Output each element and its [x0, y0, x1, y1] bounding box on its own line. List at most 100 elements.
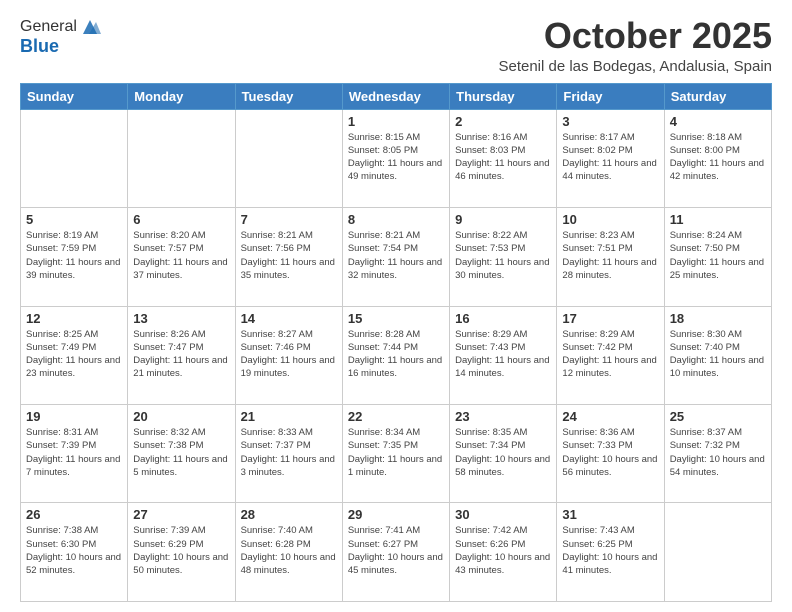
- day-info: Sunrise: 8:17 AM Sunset: 8:02 PM Dayligh…: [562, 131, 658, 184]
- calendar-cell: 15 Sunrise: 8:28 AM Sunset: 7:44 PM Dayli…: [342, 306, 449, 404]
- page: General Blue October 2025 Setenil de las…: [0, 0, 792, 612]
- calendar-cell: 20 Sunrise: 8:32 AM Sunset: 7:38 PM Dayli…: [128, 405, 235, 503]
- day-info: Sunrise: 8:28 AM Sunset: 7:44 PM Dayligh…: [348, 328, 444, 381]
- location: Setenil de las Bodegas, Andalusia, Spain: [498, 58, 772, 75]
- day-number: 30: [455, 507, 551, 522]
- calendar-cell: 26 Sunrise: 7:38 AM Sunset: 6:30 PM Dayli…: [21, 503, 128, 602]
- day-number: 2: [455, 114, 551, 129]
- calendar-week-3: 19 Sunrise: 8:31 AM Sunset: 7:39 PM Dayli…: [21, 405, 772, 503]
- calendar-week-0: 1Sunrise: 8:15 AM Sunset: 8:05 PM Daylig…: [21, 109, 772, 207]
- day-number: 7: [241, 212, 337, 227]
- day-info: Sunrise: 8:15 AM Sunset: 8:05 PM Dayligh…: [348, 131, 444, 184]
- day-number: 17: [562, 311, 658, 326]
- day-number: 16: [455, 311, 551, 326]
- calendar-cell: 9Sunrise: 8:22 AM Sunset: 7:53 PM Daylig…: [450, 208, 557, 306]
- calendar-cell: 17Sunrise: 8:29 AM Sunset: 7:42 PM Dayli…: [557, 306, 664, 404]
- calendar-cell: 2 Sunrise: 8:16 AM Sunset: 8:03 PM Daylig…: [450, 109, 557, 207]
- day-number: 23: [455, 409, 551, 424]
- day-number: 14: [241, 311, 337, 326]
- day-number: 20: [133, 409, 229, 424]
- calendar-week-4: 26 Sunrise: 7:38 AM Sunset: 6:30 PM Dayli…: [21, 503, 772, 602]
- day-info: Sunrise: 8:30 AM Sunset: 7:40 PM Dayligh…: [670, 328, 766, 381]
- day-number: 28: [241, 507, 337, 522]
- day-info: Sunrise: 8:18 AM Sunset: 8:00 PM Dayligh…: [670, 131, 766, 184]
- day-info: Sunrise: 8:24 AM Sunset: 7:50 PM Dayligh…: [670, 229, 766, 282]
- header-friday: Friday: [557, 83, 664, 109]
- calendar-cell: 13Sunrise: 8:26 AM Sunset: 7:47 PM Dayli…: [128, 306, 235, 404]
- header-thursday: Thursday: [450, 83, 557, 109]
- day-info: Sunrise: 8:21 AM Sunset: 7:54 PM Dayligh…: [348, 229, 444, 282]
- calendar: Sunday Monday Tuesday Wednesday Thursday…: [20, 83, 772, 602]
- calendar-cell: 14 Sunrise: 8:27 AM Sunset: 7:46 PM Dayli…: [235, 306, 342, 404]
- day-number: 15: [348, 311, 444, 326]
- logo-general-text: General: [20, 18, 77, 36]
- day-info: Sunrise: 8:20 AM Sunset: 7:57 PM Dayligh…: [133, 229, 229, 282]
- day-number: 21: [241, 409, 337, 424]
- calendar-cell: [128, 109, 235, 207]
- day-info: Sunrise: 8:34 AM Sunset: 7:35 PM Dayligh…: [348, 426, 444, 479]
- calendar-cell: 19 Sunrise: 8:31 AM Sunset: 7:39 PM Dayli…: [21, 405, 128, 503]
- calendar-cell: 25 Sunrise: 8:37 AM Sunset: 7:32 PM Dayli…: [664, 405, 771, 503]
- day-number: 18: [670, 311, 766, 326]
- day-info: Sunrise: 7:40 AM Sunset: 6:28 PM Dayligh…: [241, 524, 337, 577]
- day-info: Sunrise: 8:27 AM Sunset: 7:46 PM Dayligh…: [241, 328, 337, 381]
- day-number: 19: [26, 409, 122, 424]
- day-info: Sunrise: 8:33 AM Sunset: 7:37 PM Dayligh…: [241, 426, 337, 479]
- day-number: 25: [670, 409, 766, 424]
- header-monday: Monday: [128, 83, 235, 109]
- day-number: 13: [133, 311, 229, 326]
- day-number: 27: [133, 507, 229, 522]
- day-number: 12: [26, 311, 122, 326]
- day-info: Sunrise: 8:23 AM Sunset: 7:51 PM Dayligh…: [562, 229, 658, 282]
- calendar-cell: 24Sunrise: 8:36 AM Sunset: 7:33 PM Dayli…: [557, 405, 664, 503]
- calendar-cell: 7 Sunrise: 8:21 AM Sunset: 7:56 PM Daylig…: [235, 208, 342, 306]
- title-section: October 2025 Setenil de las Bodegas, And…: [498, 16, 772, 75]
- day-number: 22: [348, 409, 444, 424]
- day-info: Sunrise: 8:31 AM Sunset: 7:39 PM Dayligh…: [26, 426, 122, 479]
- calendar-cell: 6 Sunrise: 8:20 AM Sunset: 7:57 PM Daylig…: [128, 208, 235, 306]
- day-number: 10: [562, 212, 658, 227]
- calendar-cell: 11Sunrise: 8:24 AM Sunset: 7:50 PM Dayli…: [664, 208, 771, 306]
- day-info: Sunrise: 8:21 AM Sunset: 7:56 PM Dayligh…: [241, 229, 337, 282]
- logo-blue-text: Blue: [20, 36, 59, 56]
- day-number: 3: [562, 114, 658, 129]
- month-title: October 2025: [498, 16, 772, 56]
- calendar-cell: 10 Sunrise: 8:23 AM Sunset: 7:51 PM Dayli…: [557, 208, 664, 306]
- day-info: Sunrise: 8:25 AM Sunset: 7:49 PM Dayligh…: [26, 328, 122, 381]
- calendar-cell: 1Sunrise: 8:15 AM Sunset: 8:05 PM Daylig…: [342, 109, 449, 207]
- day-number: 26: [26, 507, 122, 522]
- day-info: Sunrise: 7:39 AM Sunset: 6:29 PM Dayligh…: [133, 524, 229, 577]
- calendar-cell: 4Sunrise: 8:18 AM Sunset: 8:00 PM Daylig…: [664, 109, 771, 207]
- day-info: Sunrise: 7:41 AM Sunset: 6:27 PM Dayligh…: [348, 524, 444, 577]
- day-info: Sunrise: 7:43 AM Sunset: 6:25 PM Dayligh…: [562, 524, 658, 577]
- day-info: Sunrise: 7:38 AM Sunset: 6:30 PM Dayligh…: [26, 524, 122, 577]
- weekday-header-row: Sunday Monday Tuesday Wednesday Thursday…: [21, 83, 772, 109]
- header-sunday: Sunday: [21, 83, 128, 109]
- calendar-week-2: 12 Sunrise: 8:25 AM Sunset: 7:49 PM Dayli…: [21, 306, 772, 404]
- day-info: Sunrise: 8:29 AM Sunset: 7:43 PM Dayligh…: [455, 328, 551, 381]
- calendar-cell: 12 Sunrise: 8:25 AM Sunset: 7:49 PM Dayli…: [21, 306, 128, 404]
- day-info: Sunrise: 8:19 AM Sunset: 7:59 PM Dayligh…: [26, 229, 122, 282]
- day-number: 8: [348, 212, 444, 227]
- calendar-cell: 28 Sunrise: 7:40 AM Sunset: 6:28 PM Dayli…: [235, 503, 342, 602]
- day-info: Sunrise: 8:32 AM Sunset: 7:38 PM Dayligh…: [133, 426, 229, 479]
- day-number: 9: [455, 212, 551, 227]
- calendar-cell: 27 Sunrise: 7:39 AM Sunset: 6:29 PM Dayli…: [128, 503, 235, 602]
- day-info: Sunrise: 7:42 AM Sunset: 6:26 PM Dayligh…: [455, 524, 551, 577]
- calendar-cell: [664, 503, 771, 602]
- day-number: 5: [26, 212, 122, 227]
- calendar-cell: [235, 109, 342, 207]
- day-info: Sunrise: 8:16 AM Sunset: 8:03 PM Dayligh…: [455, 131, 551, 184]
- header: General Blue October 2025 Setenil de las…: [20, 16, 772, 75]
- day-number: 6: [133, 212, 229, 227]
- calendar-cell: 21 Sunrise: 8:33 AM Sunset: 7:37 PM Dayli…: [235, 405, 342, 503]
- day-number: 31: [562, 507, 658, 522]
- day-number: 24: [562, 409, 658, 424]
- calendar-cell: 29Sunrise: 7:41 AM Sunset: 6:27 PM Dayli…: [342, 503, 449, 602]
- header-wednesday: Wednesday: [342, 83, 449, 109]
- calendar-week-1: 5 Sunrise: 8:19 AM Sunset: 7:59 PM Daylig…: [21, 208, 772, 306]
- calendar-cell: 31 Sunrise: 7:43 AM Sunset: 6:25 PM Dayli…: [557, 503, 664, 602]
- calendar-cell: 3 Sunrise: 8:17 AM Sunset: 8:02 PM Daylig…: [557, 109, 664, 207]
- day-info: Sunrise: 8:37 AM Sunset: 7:32 PM Dayligh…: [670, 426, 766, 479]
- header-saturday: Saturday: [664, 83, 771, 109]
